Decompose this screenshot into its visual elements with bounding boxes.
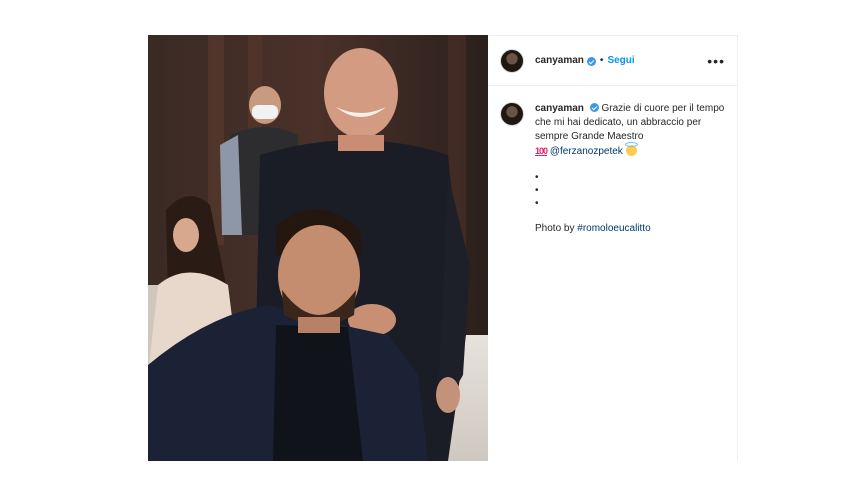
- photo-illustration: [148, 35, 488, 461]
- caption-dots: • • •: [535, 171, 725, 210]
- avatar[interactable]: [500, 48, 524, 73]
- mention-link[interactable]: @ferzanozpetek: [550, 146, 623, 157]
- photo-credit: Photo by #romoloeucalitto: [535, 222, 725, 236]
- more-options-icon[interactable]: •••: [707, 54, 725, 68]
- username-link[interactable]: canyaman: [535, 55, 584, 66]
- caption-dot: •: [535, 185, 539, 196]
- caption-dot: •: [535, 198, 539, 209]
- hundred-points-emoji-icon: 100: [535, 146, 548, 156]
- caption-dot: •: [535, 172, 539, 183]
- photo-credit-prefix: Photo by: [535, 223, 578, 234]
- smiling-halo-emoji-icon: [624, 142, 638, 156]
- post-sidebar: canyaman • Segui ••• canyaman Grazie di …: [488, 35, 738, 461]
- caption-verified-badge-icon: [589, 103, 599, 112]
- post-header: canyaman • Segui •••: [488, 36, 737, 86]
- separator-dot: •: [599, 55, 604, 66]
- caption: canyaman Grazie di cuore per il tempo ch…: [488, 86, 737, 236]
- caption-body: canyaman Grazie di cuore per il tempo ch…: [535, 102, 725, 236]
- caption-username-link[interactable]: canyaman: [535, 103, 584, 114]
- caption-avatar[interactable]: [500, 102, 524, 126]
- post-photo[interactable]: [148, 35, 488, 461]
- hashtag-link[interactable]: #romoloeucalitto: [577, 223, 650, 234]
- follow-button[interactable]: Segui: [607, 55, 634, 66]
- verified-badge-icon: [586, 57, 596, 66]
- instagram-post: canyaman • Segui ••• canyaman Grazie di …: [148, 35, 738, 461]
